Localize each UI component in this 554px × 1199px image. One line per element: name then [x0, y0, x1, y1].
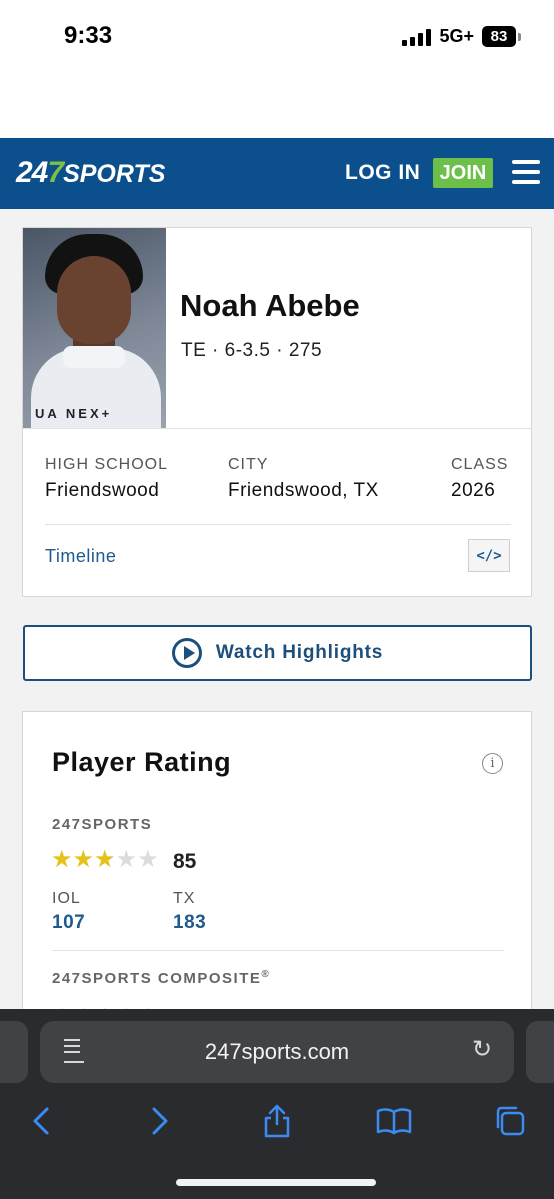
home-indicator	[176, 1179, 376, 1186]
divider	[45, 524, 511, 525]
browser-toolbar	[0, 1101, 554, 1153]
previous-tab-preview[interactable]	[0, 1021, 28, 1083]
site-logo[interactable]: 24 7 SPORTS	[16, 156, 165, 190]
status-bar: 9:33 5G+ 83	[0, 0, 554, 138]
play-circle-icon	[171, 638, 202, 668]
player-profile-card: UA NEX+ Noah Abebe TE · 6-3.5 · 275 HIGH…	[22, 227, 532, 597]
battery-icon: 83	[482, 26, 521, 47]
composite-rating-label: 247SPORTS COMPOSITE®	[52, 969, 271, 987]
star-rating: ★ ★ ★ ★ ★	[51, 848, 159, 872]
back-icon[interactable]	[21, 1101, 61, 1141]
position-rank-label: IOL	[52, 890, 81, 907]
class-label: CLASS	[451, 456, 509, 473]
high-school-value: Friendswood	[45, 480, 160, 501]
class-value: 2026	[451, 480, 496, 501]
address-bar[interactable]: 247sports.com ↻	[40, 1021, 514, 1083]
state-rank-label: TX	[173, 890, 196, 907]
player-rating-title: Player Rating	[52, 747, 232, 777]
star-filled-icon: ★	[94, 846, 116, 873]
url-text: 247sports.com	[204, 1039, 350, 1064]
star-empty-icon: ★	[115, 846, 138, 873]
watch-highlights-label: Watch Highlights	[215, 642, 384, 663]
login-link[interactable]: LOG IN	[345, 161, 420, 185]
city-label: CITY	[228, 456, 269, 473]
embed-code-icon[interactable]: </>	[468, 539, 510, 572]
tabs-icon[interactable]	[490, 1101, 530, 1141]
star-filled-icon: ★	[72, 846, 95, 873]
reload-icon[interactable]: ↻	[470, 1038, 494, 1062]
logo-number: 24	[16, 156, 48, 189]
next-tab-preview[interactable]	[526, 1021, 554, 1083]
forward-icon[interactable]	[140, 1101, 180, 1141]
share-icon[interactable]	[257, 1101, 297, 1141]
photo-brand-logo: UA NEX+	[35, 406, 113, 421]
browser-bottom-bar: 247sports.com ↻	[0, 1009, 554, 1199]
status-time: 9:33	[64, 22, 113, 49]
watch-highlights-button[interactable]: Watch Highlights	[23, 625, 532, 681]
rating-score: 85	[173, 850, 197, 873]
timeline-link[interactable]: Timeline	[45, 546, 116, 567]
player-position-size: TE · 6-3.5 · 275	[181, 340, 323, 361]
state-rank-value[interactable]: 183	[173, 912, 206, 934]
info-icon[interactable]: i	[482, 753, 503, 774]
network-type: 5G+	[439, 26, 474, 46]
menu-icon[interactable]	[512, 160, 540, 184]
logo-word: SPORTS	[63, 160, 166, 188]
position-rank-value[interactable]: 107	[52, 912, 85, 934]
join-button[interactable]: JOIN	[433, 158, 493, 188]
city-value: Friendswood, TX	[228, 480, 379, 501]
divider	[23, 428, 531, 429]
logo-seven: 7	[47, 156, 64, 189]
site-header: 24 7 SPORTS LOG IN JOIN	[0, 138, 554, 209]
star-empty-icon: ★	[137, 846, 159, 873]
player-photo: UA NEX+	[23, 228, 166, 428]
sports247-rating-label: 247SPORTS	[52, 816, 153, 833]
player-rating-card: Player Rating i 247SPORTS ★ ★ ★ ★ ★ 85 IOL 1…	[22, 711, 532, 1051]
player-name: Noah Abebe	[180, 288, 360, 323]
page-menu-icon[interactable]	[64, 1039, 84, 1065]
high-school-label: HIGH SCHOOL	[45, 456, 169, 473]
cellular-signal-icon	[402, 28, 432, 46]
bookmarks-icon[interactable]	[374, 1101, 414, 1141]
divider	[52, 950, 504, 951]
star-filled-icon: ★	[51, 846, 73, 873]
status-indicators: 5G+ 83	[402, 26, 521, 47]
